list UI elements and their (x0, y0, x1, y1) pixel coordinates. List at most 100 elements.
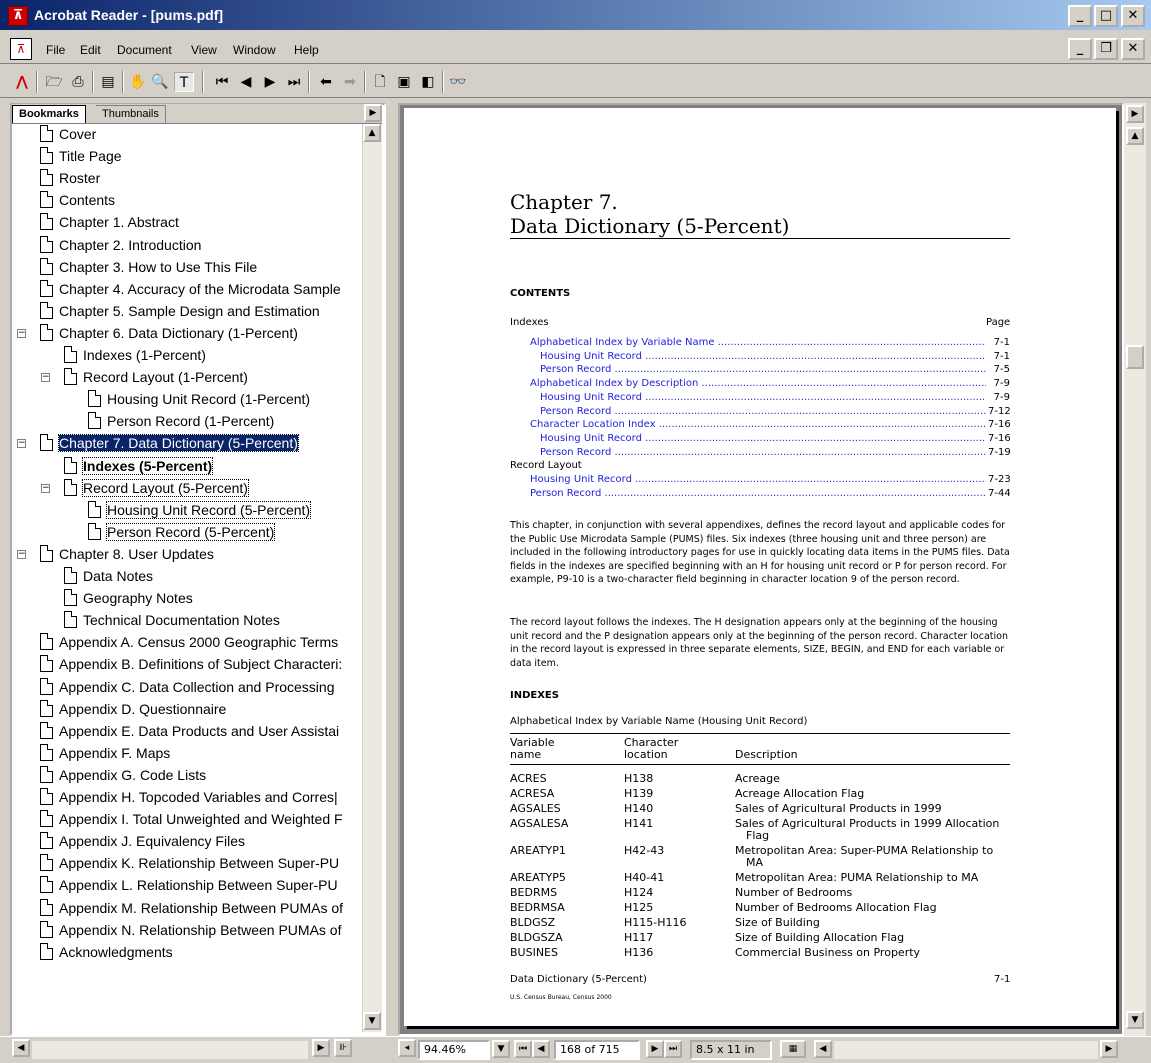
toc-entry-text[interactable]: Person Record (530, 488, 601, 499)
menu-view[interactable]: View (191, 43, 217, 57)
acrobat-logo-icon[interactable]: ⋀ (12, 72, 32, 92)
toc-entry[interactable]: Person Record ..........................… (540, 406, 986, 417)
doc-scroll-up-button[interactable]: ▲ (1126, 127, 1144, 145)
zoom-dropdown-arrow[interactable]: ▼ (492, 1040, 510, 1058)
document-icon[interactable]: ⊼ (10, 38, 32, 60)
toc-entry[interactable]: Alphabetical Index by Description ......… (530, 378, 986, 389)
pane-splitter[interactable] (388, 103, 396, 1036)
bookmark-item[interactable]: Chapter 6. Data Dictionary (1-Percent) (40, 323, 298, 343)
bookmark-item[interactable]: Chapter 2. Introduction (40, 235, 201, 255)
bookmark-item[interactable]: Cover (40, 124, 96, 144)
bookmark-item[interactable]: Chapter 8. User Updates (40, 544, 214, 564)
bookmark-item[interactable]: Chapter 4. Accuracy of the Microdata Sam… (40, 279, 341, 299)
open-icon[interactable]: 🗁 (44, 72, 64, 92)
status-prev-page[interactable]: ◀ (532, 1040, 550, 1058)
toc-entry[interactable]: Housing Unit Record ....................… (540, 351, 986, 362)
bookmark-item[interactable]: Indexes (5-Percent) (64, 456, 214, 476)
toc-entry[interactable]: Housing Unit Record ....................… (540, 433, 986, 444)
toc-entry-text[interactable]: Housing Unit Record (530, 474, 632, 485)
doc-minimize-button[interactable]: _ (1068, 38, 1092, 60)
toc-entry-text[interactable]: Alphabetical Index by Variable Name (530, 337, 715, 348)
bookmark-item[interactable]: Appendix C. Data Collection and Processi… (40, 677, 335, 697)
pane-toggle-icon[interactable]: ⊪ (334, 1039, 352, 1057)
go-forward-icon[interactable]: ➡ (340, 72, 360, 92)
first-page-icon[interactable]: ⏮ (212, 72, 232, 92)
bookmark-item[interactable]: Roster (40, 168, 100, 188)
bookmark-item[interactable]: Appendix N. Relationship Between PUMAs o… (40, 920, 341, 940)
bookmark-item[interactable]: Geography Notes (64, 588, 193, 608)
doc-restore-button[interactable]: ❐ (1094, 38, 1118, 60)
minimize-button[interactable]: _ (1068, 5, 1092, 27)
toc-entry[interactable]: Alphabetical Index by Variable Name ....… (530, 337, 986, 348)
bookmark-item[interactable]: Appendix M. Relationship Between PUMAs o… (40, 898, 343, 918)
bookmark-item[interactable]: Record Layout (5-Percent) (64, 478, 249, 498)
doc-hscroll-track[interactable] (834, 1041, 1098, 1059)
last-page-icon[interactable]: ⏭ (284, 72, 304, 92)
scroll-up-button[interactable]: ▲ (363, 124, 381, 142)
actual-size-icon[interactable]: 🗋 (370, 72, 390, 92)
status-first-page[interactable]: ⏮ (514, 1040, 532, 1058)
status-next-page[interactable]: ▶ (646, 1040, 664, 1058)
bookmark-item[interactable]: Acknowledgments (40, 942, 173, 962)
toc-entry-text[interactable]: Housing Unit Record (540, 433, 642, 444)
bookmark-item[interactable]: Chapter 3. How to Use This File (40, 257, 257, 277)
doc-close-button[interactable]: ✕ (1121, 38, 1145, 60)
find-icon[interactable]: 👓 (448, 72, 468, 92)
bookmark-item[interactable]: Appendix D. Questionnaire (40, 699, 226, 719)
toc-entry-text[interactable]: Person Record (540, 447, 611, 458)
acrobat-app-icon[interactable]: ⊼ (8, 6, 28, 26)
previous-page-icon[interactable]: ◀ (236, 72, 256, 92)
tab-bookmarks[interactable]: Bookmarks (12, 105, 86, 123)
bookmark-item[interactable]: Appendix B. Definitions of Subject Chara… (40, 654, 342, 674)
collapse-toggle-icon[interactable]: − (17, 549, 26, 559)
fit-page-icon[interactable]: ▣ (394, 72, 414, 92)
hand-tool-icon[interactable]: ✋ (128, 72, 148, 92)
go-back-icon[interactable]: ⬅ (316, 72, 336, 92)
bookmark-item[interactable]: Appendix L. Relationship Between Super-P… (40, 875, 338, 895)
page-number-field[interactable]: 168 of 715 (554, 1040, 640, 1060)
page-layout-icon[interactable]: ▦ (780, 1040, 806, 1058)
bm-hscroll-left[interactable]: ◀ (12, 1039, 30, 1057)
bookmark-item[interactable]: Chapter 1. Abstract (40, 212, 179, 232)
bookmark-item[interactable]: Person Record (1-Percent) (88, 411, 274, 431)
show-navigation-pane-icon[interactable]: ▤ (98, 72, 118, 92)
collapse-toggle-icon[interactable]: − (17, 439, 26, 449)
toc-entry[interactable]: Person Record ..........................… (530, 488, 986, 499)
bookmark-item[interactable]: Contents (40, 190, 115, 210)
toc-entry[interactable]: Housing Unit Record ....................… (540, 392, 986, 403)
doc-hscroll-right[interactable]: ▶ (1100, 1040, 1118, 1058)
bookmark-item[interactable]: Appendix F. Maps (40, 743, 170, 763)
fit-width-icon[interactable]: ◧ (418, 72, 438, 92)
doc-hscroll-left-2[interactable]: ◀ (814, 1040, 832, 1058)
bookmark-item[interactable]: Data Notes (64, 566, 153, 586)
toc-entry-text[interactable]: Person Record (540, 364, 611, 375)
bookmark-item[interactable]: Appendix E. Data Products and User Assis… (40, 721, 339, 741)
doc-hscroll-left[interactable]: ◂ (398, 1039, 416, 1057)
menu-edit[interactable]: Edit (80, 43, 101, 57)
bookmarks-scrollbar[interactable]: ▲ ▼ (362, 124, 382, 1032)
toc-entry[interactable]: Housing Unit Record ....................… (530, 474, 986, 485)
nav-menu-arrow[interactable]: ▶ (364, 104, 382, 122)
document-scrollbar[interactable]: ▶ ▲ ▼ (1124, 103, 1146, 1036)
scroll-down-button[interactable]: ▼ (363, 1012, 381, 1030)
bookmark-item[interactable]: Person Record (5-Percent) (88, 522, 276, 542)
zoom-field[interactable]: 94.46% (418, 1040, 490, 1060)
toc-entry[interactable]: Person Record ..........................… (540, 364, 986, 375)
text-select-tool-icon[interactable]: T (174, 72, 194, 92)
bookmark-item[interactable]: Appendix G. Code Lists (40, 765, 206, 785)
print-icon[interactable]: ⎙ (68, 72, 88, 92)
bookmark-item[interactable]: Appendix K. Relationship Between Super-P… (40, 853, 339, 873)
collapse-toggle-icon[interactable]: − (17, 328, 26, 338)
doc-scroll-thumb[interactable] (1126, 345, 1144, 369)
toc-entry-text[interactable]: Alphabetical Index by Description (530, 378, 698, 389)
status-last-page[interactable]: ⏭ (664, 1040, 682, 1058)
toc-entry[interactable]: Character Location Index ...............… (530, 419, 986, 430)
toc-entry-text[interactable]: Housing Unit Record (540, 392, 642, 403)
bm-hscroll-track[interactable] (32, 1041, 308, 1059)
bookmark-item[interactable]: Technical Documentation Notes (64, 610, 280, 630)
toc-entry[interactable]: Person Record ..........................… (540, 447, 986, 458)
next-page-icon[interactable]: ▶ (260, 72, 280, 92)
zoom-tool-icon[interactable]: 🔍 (150, 72, 170, 92)
close-button[interactable]: ✕ (1121, 5, 1145, 27)
menu-document[interactable]: Document (117, 43, 172, 57)
